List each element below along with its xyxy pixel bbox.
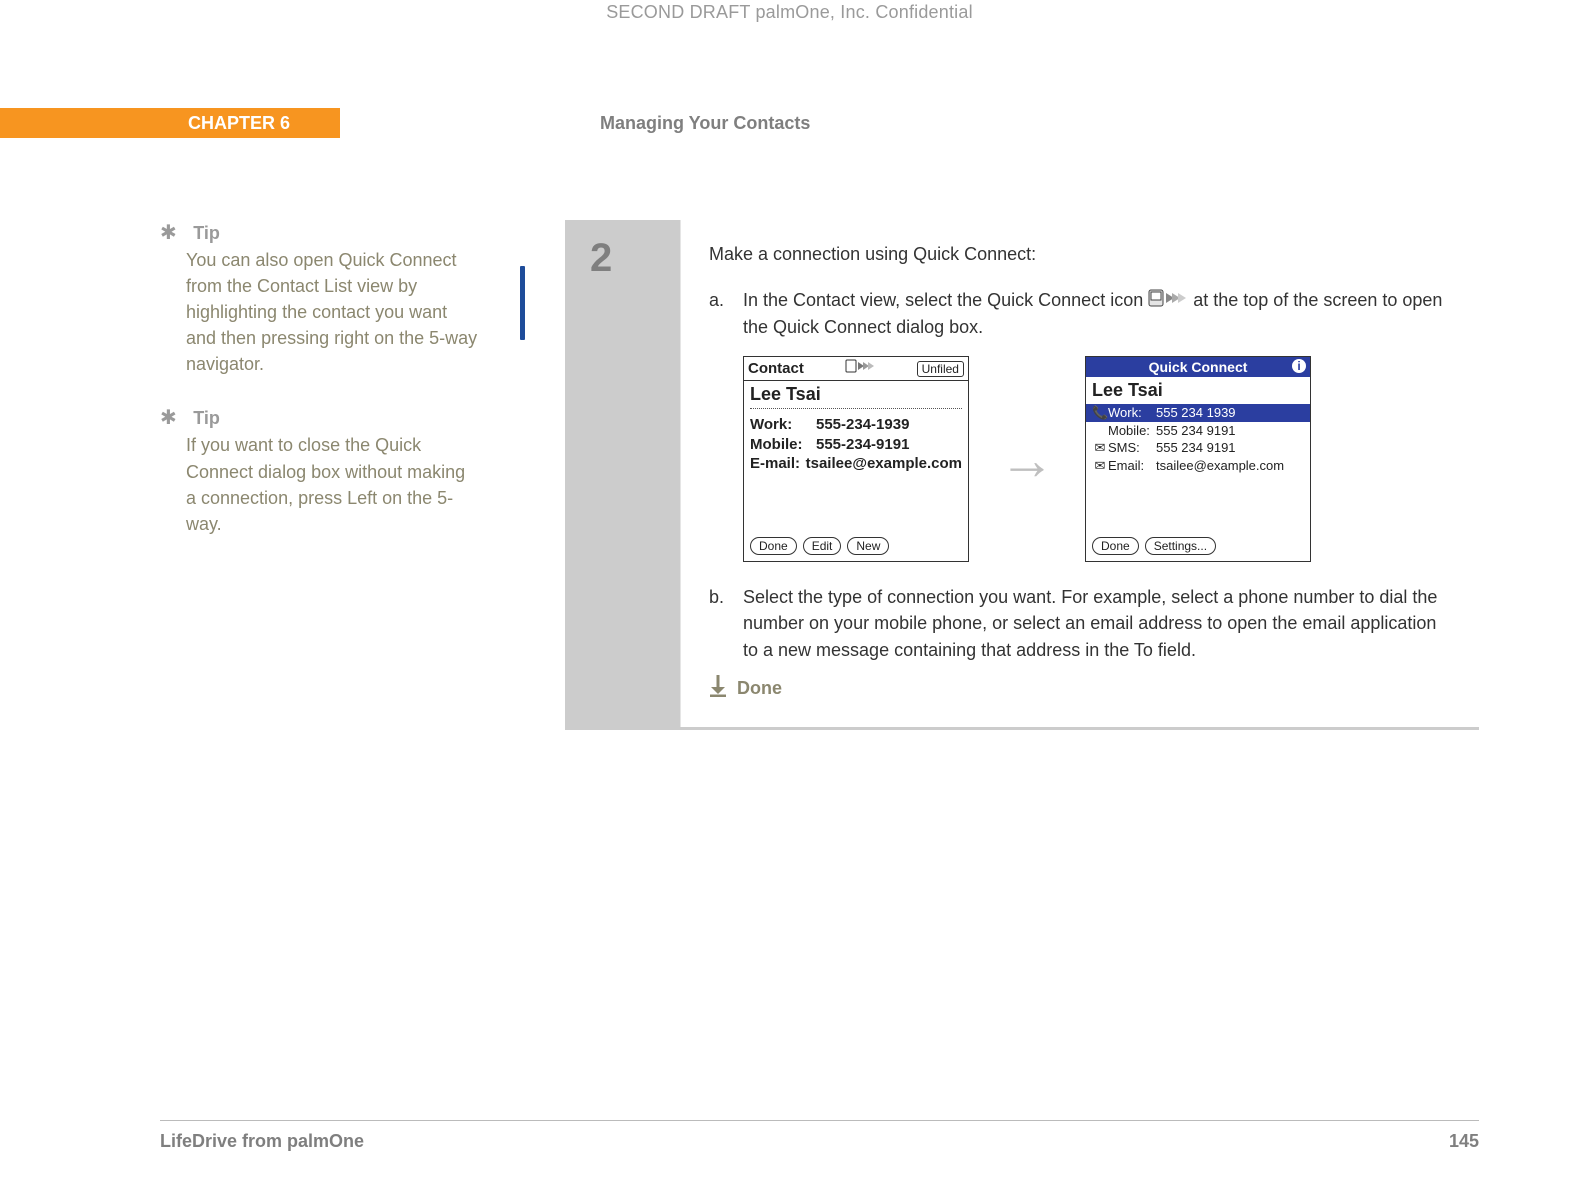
field-label: Work: (750, 415, 816, 435)
step-a-text-pre: In the Contact view, select the Quick Co… (743, 290, 1148, 310)
step-number: 2 (568, 220, 680, 727)
category-label: Unfiled (917, 361, 964, 377)
contact-view-screenshot: Contact Unfiled (743, 356, 969, 562)
edit-button: Edit (803, 537, 842, 555)
phone-icon: 📞 (1092, 404, 1108, 422)
list-letter: b. (709, 584, 729, 662)
revision-bar (520, 266, 525, 340)
asterisk-icon: ✱ (160, 407, 177, 429)
sms-icon: ✉ (1092, 439, 1108, 457)
section-title: Managing Your Contacts (340, 108, 1579, 138)
page-number: 145 (1449, 1131, 1479, 1152)
tip-body: You can also open Quick Connect from the… (186, 247, 480, 377)
info-icon: i (1292, 359, 1306, 373)
quick-connect-icon (845, 359, 875, 378)
tip-2: ✱ Tip If you want to close the Quick Con… (160, 405, 480, 536)
field-label: E-mail: (750, 454, 806, 474)
qc-row-mobile: Mobile: 555 234 9191 (1086, 422, 1310, 440)
done-button: Done (750, 537, 797, 555)
step-item-a: a. In the Contact view, select the Quick… (709, 287, 1449, 340)
product-name: LifeDrive from palmOne (160, 1131, 364, 1152)
new-button: New (847, 537, 889, 555)
confidential-watermark: SECOND DRAFT palmOne, Inc. Confidential (0, 2, 1579, 23)
field-value: tsailee@example.com (1156, 457, 1304, 475)
chapter-badge: CHAPTER 6 (0, 108, 340, 138)
step-intro: Make a connection using Quick Connect: (709, 244, 1449, 265)
page-header: CHAPTER 6 Managing Your Contacts (0, 108, 1579, 138)
field-label: SMS: (1108, 439, 1156, 457)
instruction-step-box: 2 Make a connection using Quick Connect:… (565, 220, 1479, 730)
tip-heading: Tip (193, 223, 220, 243)
tip-heading: Tip (193, 408, 220, 428)
tip-1: ✱ Tip You can also open Quick Connect fr… (160, 220, 480, 377)
page-footer: LifeDrive from palmOne 145 (160, 1120, 1479, 1152)
screenshot-row: Contact Unfiled (743, 356, 1449, 562)
done-indicator: Done (709, 675, 1449, 703)
arrow-down-stop-icon (709, 675, 727, 703)
arrow-right-icon: → (999, 427, 1055, 492)
contact-name: Lee Tsai (1086, 377, 1310, 404)
field-value: 555-234-1939 (816, 415, 909, 435)
done-label: Done (737, 678, 782, 699)
step-item-b: b. Select the type of connection you wan… (709, 584, 1449, 662)
settings-button: Settings... (1145, 537, 1216, 555)
qc-row-sms: ✉ SMS: 555 234 9191 (1086, 439, 1310, 457)
screen-title: Contact (748, 360, 804, 377)
field-value: 555 234 9191 (1156, 422, 1304, 440)
qc-row-work: 📞 Work: 555 234 1939 (1086, 404, 1310, 422)
list-letter: a. (709, 287, 729, 340)
qc-row-email: ✉ Email: tsailee@example.com (1086, 457, 1310, 475)
field-label: Email: (1108, 457, 1156, 475)
field-value: 555 234 1939 (1156, 404, 1304, 422)
field-label: Mobile: (1108, 422, 1156, 440)
tips-column: ✱ Tip You can also open Quick Connect fr… (160, 220, 480, 730)
contact-name: Lee Tsai (744, 381, 968, 408)
field-value: 555 234 9191 (1156, 439, 1304, 457)
done-button: Done (1092, 537, 1139, 555)
email-icon: ✉ (1092, 457, 1108, 475)
tip-body: If you want to close the Quick Connect d… (186, 432, 480, 536)
field-label: Mobile: (750, 435, 816, 455)
asterisk-icon: ✱ (160, 222, 177, 244)
field-value: 555-234-9191 (816, 435, 909, 455)
field-value: tsailee@example.com (806, 454, 962, 474)
quick-connect-icon (1148, 288, 1188, 314)
screen-title: Quick Connect (1149, 359, 1248, 375)
quick-connect-screenshot: Quick Connect i Lee Tsai 📞 Work: 555 234… (1085, 356, 1311, 562)
field-label: Work: (1108, 404, 1156, 422)
step-b-text: Select the type of connection you want. … (743, 584, 1449, 662)
